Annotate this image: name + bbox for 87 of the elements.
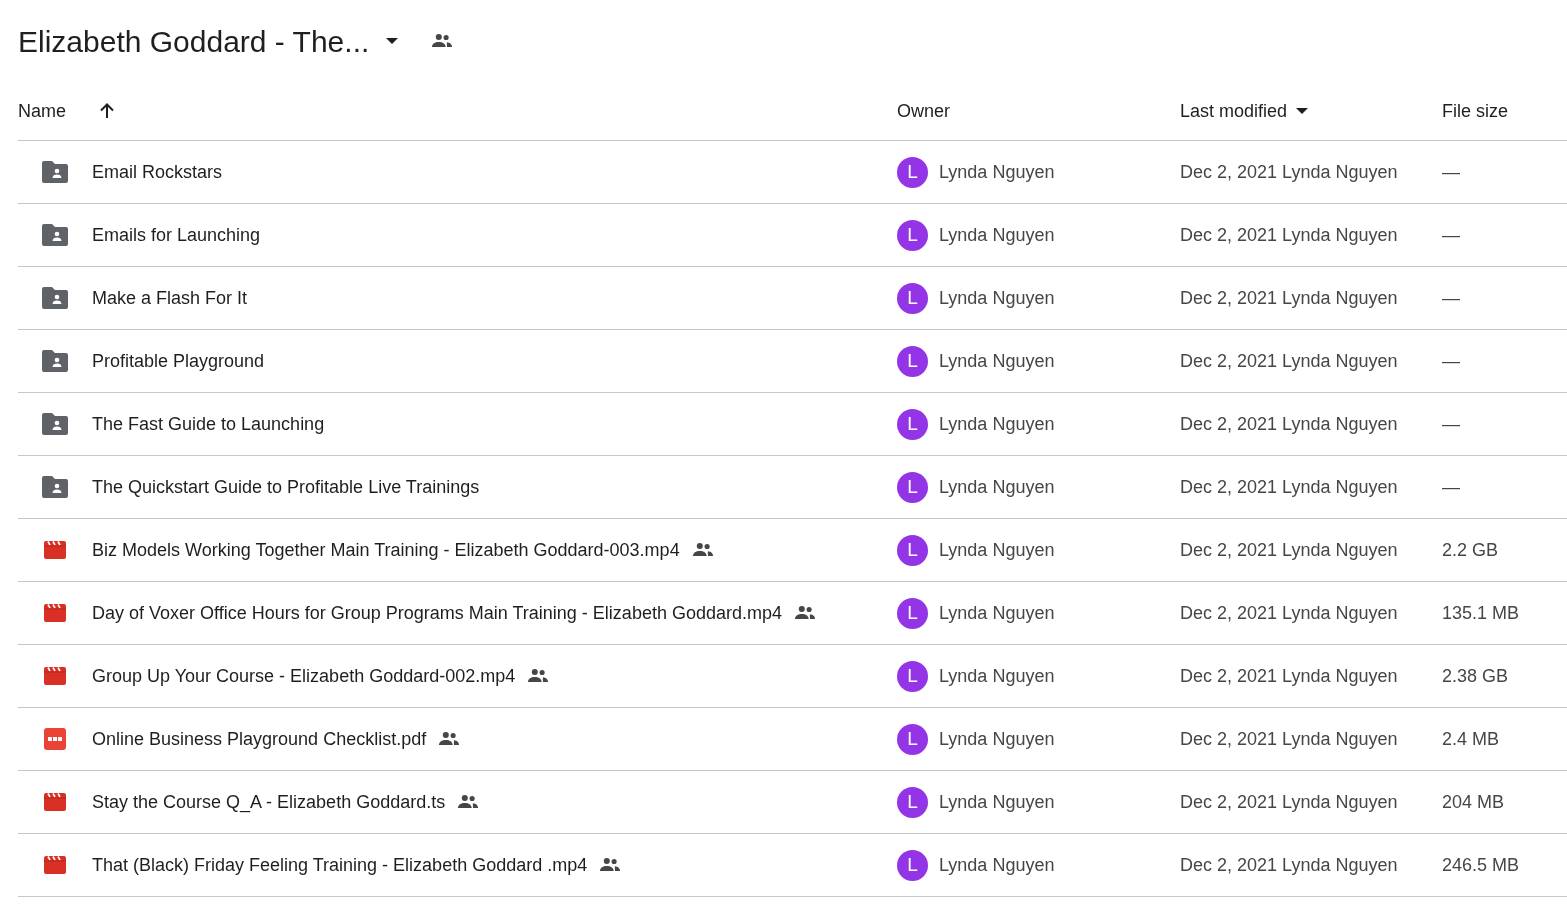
owner-avatar: L — [897, 597, 928, 629]
owner-avatar: L — [897, 534, 928, 566]
owner-name: Lynda Nguyen — [939, 475, 1055, 499]
file-name[interactable]: Make a Flash For It — [92, 284, 248, 312]
modified-date: Dec 2, 2021 Lynda Nguyen — [1180, 349, 1398, 373]
video-file-icon — [44, 541, 66, 559]
owner-avatar: L — [897, 408, 928, 440]
shared-people-icon — [457, 794, 480, 810]
owner-avatar: L — [897, 219, 928, 251]
owner-avatar: L — [897, 849, 928, 881]
owner-name: Lynda Nguyen — [939, 727, 1055, 751]
shared-people-icon — [794, 605, 816, 621]
file-name[interactable]: Day of Voxer Office Hours for Group Programs Main Training - Elizabeth Goddard.mp4 — [92, 599, 782, 627]
file-size: 2.38 GB — [1442, 664, 1509, 688]
shared-folder-icon — [42, 161, 68, 183]
video-file-icon — [44, 856, 66, 874]
video-file-icon — [44, 667, 66, 685]
modified-date: Dec 2, 2021 Lynda Nguyen — [1180, 601, 1398, 625]
owner-avatar: L — [897, 786, 928, 818]
owner-avatar: L — [897, 471, 928, 503]
file-size: — — [1442, 349, 1460, 373]
shared-people-icon — [527, 668, 550, 684]
owner-name: Lynda Nguyen — [939, 412, 1055, 436]
pdf-file-icon — [44, 728, 66, 750]
modified-date: Dec 2, 2021 Lynda Nguyen — [1180, 286, 1398, 310]
owner-avatar: L — [897, 156, 928, 188]
shared-people-icon — [599, 857, 622, 873]
file-name[interactable]: That (Black) Friday Feeling Training - Elizabeth Goddard .mp4 — [92, 851, 588, 879]
owner-avatar: L — [897, 660, 928, 692]
owner-name: Lynda Nguyen — [939, 349, 1055, 373]
file-name[interactable]: The Fast Guide to Launching — [92, 410, 325, 438]
video-file-icon — [44, 793, 66, 811]
owner-name: Lynda Nguyen — [939, 286, 1055, 310]
file-name[interactable]: Emails for Launching — [92, 221, 261, 249]
file-name[interactable]: Online Business Playground Checklist.pdf — [92, 725, 427, 753]
column-header[interactable]: Last modified — [1180, 97, 1288, 125]
owner-name: Lynda Nguyen — [939, 790, 1055, 814]
modified-date: Dec 2, 2021 Lynda Nguyen — [1180, 727, 1398, 751]
file-size: 2.4 MB — [1442, 727, 1500, 751]
modified-date: Dec 2, 2021 Lynda Nguyen — [1180, 664, 1398, 688]
shared-people-icon — [431, 33, 454, 49]
modified-date: Dec 2, 2021 Lynda Nguyen — [1180, 160, 1398, 184]
column-header[interactable]: File size — [1442, 97, 1508, 125]
file-size: — — [1442, 475, 1460, 499]
modified-date: Dec 2, 2021 Lynda Nguyen — [1180, 853, 1398, 877]
file-size: — — [1442, 223, 1460, 247]
modified-date: Dec 2, 2021 Lynda Nguyen — [1180, 538, 1398, 562]
modified-date: Dec 2, 2021 Lynda Nguyen — [1180, 412, 1398, 436]
file-name[interactable]: Profitable Playground — [92, 347, 265, 375]
owner-avatar: L — [897, 282, 928, 314]
dropdown-caret-icon[interactable] — [385, 37, 400, 45]
file-name[interactable]: The Quickstart Guide to Profitable Live Trainings — [92, 473, 480, 501]
owner-name: Lynda Nguyen — [939, 664, 1055, 688]
shared-folder-icon — [42, 413, 68, 435]
owner-name: Lynda Nguyen — [939, 538, 1055, 562]
file-size: — — [1442, 412, 1460, 436]
sort-caret-icon[interactable] — [1295, 107, 1310, 115]
folder-title: Elizabeth Goddard - The... — [18, 23, 370, 60]
shared-folder-icon — [42, 287, 68, 309]
file-name[interactable]: Email Rockstars — [92, 158, 223, 186]
shared-folder-icon — [42, 224, 68, 246]
owner-name: Lynda Nguyen — [939, 223, 1055, 247]
column-header[interactable]: Owner — [897, 97, 950, 125]
file-size: 135.1 MB — [1442, 601, 1520, 625]
shared-people-icon — [438, 731, 461, 747]
file-size: — — [1442, 286, 1460, 310]
owner-avatar: L — [897, 723, 928, 755]
shared-people-icon — [691, 542, 714, 558]
modified-date: Dec 2, 2021 Lynda Nguyen — [1180, 475, 1398, 499]
file-size: 246.5 MB — [1442, 853, 1520, 877]
sort-up-arrow-icon[interactable] — [98, 102, 116, 120]
owner-name: Lynda Nguyen — [939, 853, 1055, 877]
file-name[interactable]: Biz Models Working Together Main Training - Elizabeth Goddard-003.mp4 — [92, 536, 680, 564]
file-size: — — [1442, 160, 1460, 184]
shared-folder-icon — [42, 476, 68, 498]
owner-avatar: L — [897, 345, 928, 377]
column-header[interactable]: Name — [18, 97, 66, 125]
owner-name: Lynda Nguyen — [939, 160, 1055, 184]
file-name[interactable]: Group Up Your Course - Elizabeth Goddard-002.mp4 — [92, 662, 516, 690]
shared-folder-icon — [42, 350, 68, 372]
modified-date: Dec 2, 2021 Lynda Nguyen — [1180, 790, 1398, 814]
modified-date: Dec 2, 2021 Lynda Nguyen — [1180, 223, 1398, 247]
file-size: 204 MB — [1442, 790, 1505, 814]
owner-name: Lynda Nguyen — [939, 601, 1055, 625]
file-name[interactable]: Stay the Course Q_A - Elizabeth Goddard.ts — [92, 788, 446, 816]
file-size: 2.2 GB — [1442, 538, 1499, 562]
video-file-icon — [44, 604, 66, 622]
